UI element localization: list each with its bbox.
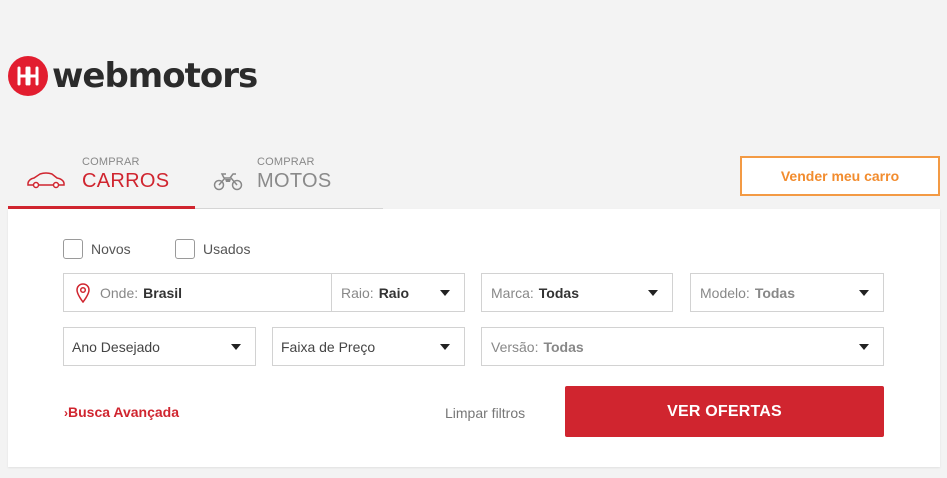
year-select[interactable]: Ano Desejado [63,327,256,366]
new-checkbox[interactable]: Novos [63,239,131,259]
clear-filters-link[interactable]: Limpar filtros [445,405,525,421]
location-input[interactable]: Onde: Brasil [63,273,332,312]
motorcycle-icon [213,171,243,196]
chevron-down-icon [231,344,241,350]
advanced-search-label: Busca Avançada [68,404,180,420]
version-select[interactable]: Versão: Todas [481,327,884,366]
new-checkbox-box[interactable] [63,239,83,259]
version-label: Versão: [491,338,539,355]
brand-select[interactable]: Marca: Todas [481,273,673,312]
tab-buy-cars[interactable]: COMPRAR CARROS [8,150,195,209]
price-range-label: Faixa de Preço [281,338,376,355]
tab-motos-small-label: COMPRAR [257,156,315,168]
chevron-down-icon [440,290,450,296]
used-checkbox[interactable]: Usados [175,239,250,259]
used-checkbox-box[interactable] [175,239,195,259]
logo-mark-icon [8,56,48,96]
chevron-down-icon [859,344,869,350]
location-value: Brasil [143,284,183,301]
radius-select[interactable]: Raio: Raio [331,273,465,312]
tab-cars-label: CARROS [82,170,170,192]
chevron-down-icon [440,344,450,350]
version-value: Todas [543,338,584,355]
radius-value: Raio [378,284,410,301]
brand-value: Todas [538,284,579,301]
year-label: Ano Desejado [72,338,160,355]
chevron-down-icon [648,290,658,296]
advanced-search-link[interactable]: ›Busca Avançada [64,404,179,420]
brand-label: Marca: [491,284,534,301]
view-offers-button[interactable]: VER OFERTAS [565,386,884,437]
new-checkbox-label: Novos [91,241,131,257]
price-range-select[interactable]: Faixa de Preço [272,327,465,366]
tab-motos-label: MOTOS [257,170,332,192]
radius-label: Raio: [341,284,374,301]
model-select[interactable]: Modelo: Todas [690,273,884,312]
logo-text: webmotors [52,56,258,96]
tab-cars-small-label: COMPRAR [82,156,140,168]
used-checkbox-label: Usados [203,241,251,257]
car-icon [26,171,66,194]
chevron-down-icon [859,290,869,296]
model-value: Todas [754,284,796,301]
sell-car-button[interactable]: Vender meu carro [740,156,940,196]
location-pin-icon [76,282,90,303]
search-panel: Novos Usados Onde: Brasil Raio: Raio Mar… [8,209,940,467]
location-label: Onde: [100,284,139,301]
tab-buy-motos[interactable]: COMPRAR MOTOS [195,150,383,209]
model-label: Modelo: [700,284,750,301]
webmotors-logo[interactable]: webmotors [8,56,258,96]
